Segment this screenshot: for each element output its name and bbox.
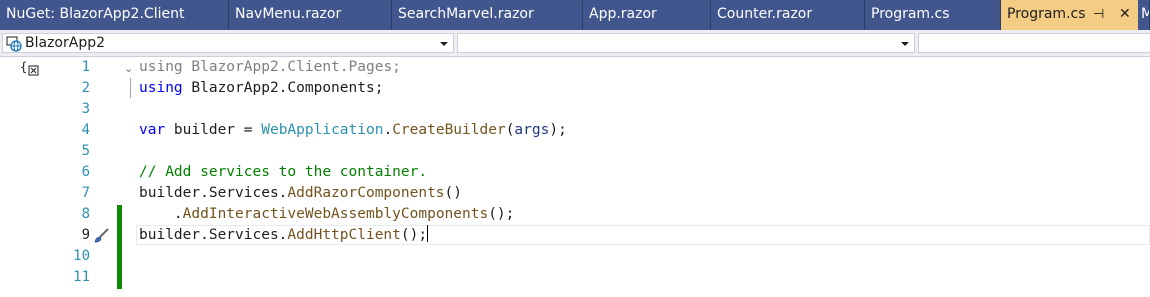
tab-app-razor[interactable]: App.razor xyxy=(583,0,711,30)
code-line: 7 builder.Services.AddRazorComponents() xyxy=(0,183,1150,204)
code-text: builder.Services.AddHttpClient(); xyxy=(139,225,429,246)
namespace: BlazorApp2.Components; xyxy=(182,80,384,96)
tab-program-cs[interactable]: Program.cs xyxy=(865,0,1001,30)
code-line: 2 using BlazorApp2.Components; xyxy=(0,78,1150,99)
code-line-current: 9 builder.Services.AddHttpClient(); xyxy=(0,225,1150,246)
code-line: 8 .AddInteractiveWebAssemblyComponents()… xyxy=(0,204,1150,225)
keyword: using xyxy=(139,59,183,75)
identifier: builder.Services. xyxy=(139,227,288,243)
code-text: var builder = WebApplication.CreateBuild… xyxy=(139,120,567,141)
line-number: 10 xyxy=(73,248,90,264)
parameter: args xyxy=(514,122,550,138)
tab-counter-razor[interactable]: Counter.razor xyxy=(711,0,865,30)
tab-label: NuGet: BlazorApp2.Client xyxy=(6,6,185,22)
code-line: 1 using BlazorApp2.Client.Pages; xyxy=(0,57,1150,78)
code-line: 11 xyxy=(0,267,1150,288)
method-name: AddInteractiveWebAssemblyComponents xyxy=(182,206,489,222)
namespace: BlazorApp2.Client.Pages; xyxy=(182,59,401,75)
tab-label: NavMenu.razor xyxy=(235,6,342,22)
tab-navmenu-razor[interactable]: NavMenu.razor xyxy=(229,0,392,30)
tab-label: Program.cs xyxy=(871,6,950,22)
code-line: 4 var builder = WebApplication.CreateBui… xyxy=(0,120,1150,141)
member-dropdown[interactable] xyxy=(918,33,1150,53)
punctuation: (); xyxy=(400,227,428,243)
project-dropdown[interactable]: BlazorApp2 xyxy=(2,33,454,53)
line-number: 1 xyxy=(81,59,90,75)
project-globe-icon xyxy=(6,36,22,56)
line-number: 2 xyxy=(81,80,90,96)
keyword: using xyxy=(139,80,183,96)
method-name: AddHttpClient xyxy=(287,227,401,243)
tab-searchmarvel-razor[interactable]: SearchMarvel.razor xyxy=(392,0,583,30)
comment: // Add services to the container. xyxy=(139,164,428,180)
tab-nuget-blazorapp2-client[interactable]: NuGet: BlazorApp2.Client xyxy=(0,0,229,30)
line-number: 9 xyxy=(81,227,90,243)
close-icon[interactable]: ✕ xyxy=(1119,0,1131,29)
tab-label: App.razor xyxy=(589,6,657,22)
identifier: builder.Services. xyxy=(139,185,288,201)
method-name: AddRazorComponents xyxy=(287,185,445,201)
punctuation: (); xyxy=(488,206,515,222)
tab-program-cs-active[interactable]: Program.cs ⊣ ✕ xyxy=(1001,0,1138,30)
line-number: 8 xyxy=(81,206,90,222)
punctuation: . xyxy=(383,122,393,138)
code-line: 10 xyxy=(0,246,1150,267)
tab-label: Program.cs xyxy=(1007,6,1086,22)
keyword: var xyxy=(139,122,166,138)
line-number: 6 xyxy=(81,164,90,180)
line-number: 11 xyxy=(73,269,90,285)
code-text: .AddInteractiveWebAssemblyComponents(); xyxy=(139,204,515,225)
tab-label: SearchMarvel.razor xyxy=(398,6,534,22)
punctuation: () xyxy=(444,185,463,201)
tab-overflow[interactable]: M xyxy=(1138,0,1150,30)
navigation-bar: BlazorApp2 xyxy=(0,30,1150,57)
document-tab-bar: NuGet: BlazorApp2.Client NavMenu.razor S… xyxy=(0,0,1150,30)
tab-label: Counter.razor xyxy=(717,6,813,22)
code-line: 6 // Add services to the container. xyxy=(0,162,1150,183)
punctuation: . xyxy=(139,206,183,222)
code-text: builder.Services.AddRazorComponents() xyxy=(139,183,462,204)
code-text: using BlazorApp2.Components; xyxy=(139,78,383,99)
code-text: using BlazorApp2.Client.Pages; xyxy=(139,57,401,78)
text-caret xyxy=(427,225,429,242)
tab-label: M xyxy=(1141,6,1149,22)
code-editor[interactable]: { ⌄ 1 using BlazorApp2.Client.Pages; 2 u… xyxy=(0,57,1150,297)
type-dropdown[interactable] xyxy=(457,33,915,53)
identifier: builder = xyxy=(165,122,262,138)
line-number: 5 xyxy=(81,143,90,159)
type-name: WebApplication xyxy=(261,122,384,138)
chevron-down-icon xyxy=(901,42,909,46)
line-number: 7 xyxy=(81,185,90,201)
pin-icon[interactable]: ⊣ xyxy=(1093,0,1104,29)
code-line: 3 xyxy=(0,99,1150,120)
code-line: 5 xyxy=(0,141,1150,162)
line-number: 4 xyxy=(81,122,90,138)
punctuation: ); xyxy=(549,122,567,138)
project-name: BlazorApp2 xyxy=(25,35,106,51)
method-name: CreateBuilder xyxy=(392,122,506,138)
chevron-down-icon xyxy=(440,42,448,46)
line-number: 3 xyxy=(81,101,90,117)
